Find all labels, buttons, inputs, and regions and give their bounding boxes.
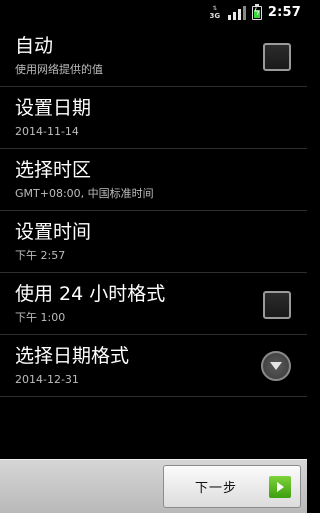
setting-summary: 下午 2:57 (15, 249, 66, 262)
arrow-right-icon (269, 476, 291, 498)
setting-summary: GMT+08:00, 中国标准时间 (15, 187, 154, 200)
setting-title: 选择日期格式 (15, 345, 130, 367)
setting-title: 选择时区 (15, 159, 92, 181)
setting-set-time[interactable]: 设置时间 下午 2:57 (0, 211, 307, 273)
setting-title: 设置日期 (15, 97, 92, 119)
auto-checkbox[interactable] (263, 43, 291, 71)
setting-summary: 下午 1:00 (15, 311, 66, 324)
status-bar: ⇅ 3G ϟ 2:57 (0, 0, 307, 25)
setting-title: 设置时间 (15, 221, 92, 243)
setting-auto[interactable]: 自动 使用网络提供的值 (0, 25, 307, 87)
setting-set-date[interactable]: 设置日期 2014-11-14 (0, 87, 307, 149)
date-time-settings-list: 自动 使用网络提供的值 设置日期 2014-11-14 选择时区 GMT+08:… (0, 25, 307, 397)
setting-summary: 2014-12-31 (15, 373, 79, 386)
battery-charging-icon: ϟ (251, 3, 262, 20)
setting-date-format[interactable]: 选择日期格式 2014-12-31 (0, 335, 307, 397)
data-activity-icon: ⇅ (212, 4, 218, 12)
setting-summary: 使用网络提供的值 (15, 63, 103, 76)
setting-24-hour-format[interactable]: 使用 24 小时格式 下午 1:00 (0, 273, 307, 335)
chevron-down-icon (270, 362, 282, 370)
next-button-label: 下一步 (194, 481, 237, 496)
setting-title: 使用 24 小时格式 (15, 283, 166, 305)
setting-time-zone[interactable]: 选择时区 GMT+08:00, 中国标准时间 (0, 149, 307, 211)
24-hour-checkbox[interactable] (263, 291, 291, 319)
setting-summary: 2014-11-14 (15, 125, 79, 138)
date-format-dropdown[interactable] (261, 351, 291, 381)
network-type-label: 3G (209, 11, 221, 20)
signal-strength-icon (227, 5, 246, 20)
status-icons: ⇅ 3G ϟ 2:57 (208, 3, 301, 22)
network-type-indicator: ⇅ 3G (208, 4, 222, 22)
bottom-bar: 下一步 (0, 459, 307, 513)
setting-title: 自动 (15, 35, 54, 57)
next-button[interactable]: 下一步 (163, 465, 301, 508)
status-clock: 2:57 (267, 5, 301, 20)
